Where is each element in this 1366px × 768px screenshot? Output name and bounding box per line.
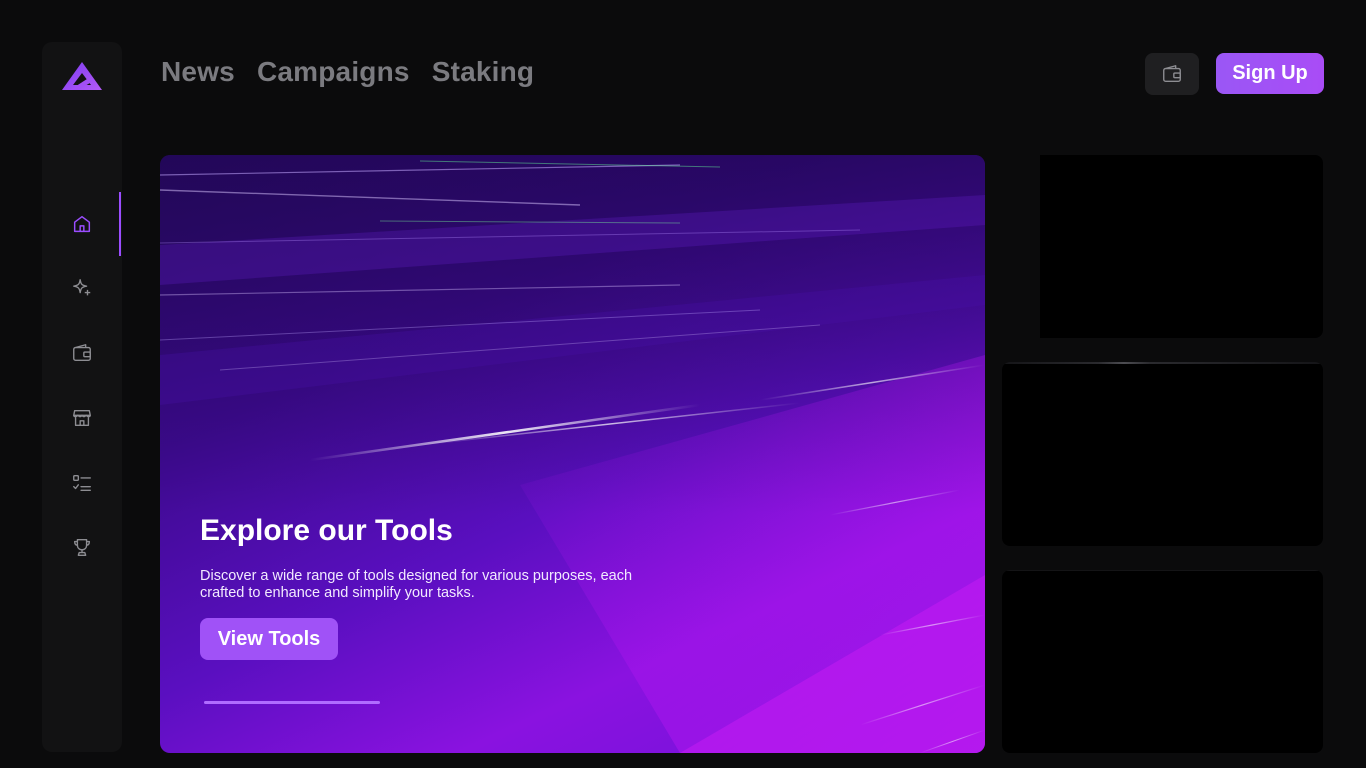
view-tools-button[interactable]: View Tools <box>200 618 338 660</box>
hero-banner: Explore our Tools Discover a wide range … <box>160 155 985 753</box>
side-card-2[interactable] <box>1002 362 1323 546</box>
connect-wallet-button[interactable] <box>1145 53 1199 95</box>
nav-link-campaigns[interactable]: Campaigns <box>257 56 410 88</box>
sidebar-item-sparkles[interactable] <box>42 256 122 320</box>
sidebar-item-wallet[interactable] <box>42 321 122 385</box>
trophy-icon <box>73 538 91 556</box>
sidebar <box>42 42 122 752</box>
hero-description: Discover a wide range of tools designed … <box>200 568 633 601</box>
sidebar-item-trophy[interactable] <box>42 515 122 579</box>
top-nav: News Campaigns Staking <box>161 56 534 88</box>
checklist-icon <box>73 474 91 492</box>
nav-link-staking[interactable]: Staking <box>432 56 535 88</box>
carousel-progress-fill <box>204 701 381 704</box>
wallet-icon <box>1163 65 1181 83</box>
home-icon <box>73 215 91 233</box>
hero-background-image <box>160 155 985 753</box>
side-card-3[interactable] <box>1002 570 1323 753</box>
nav-link-news[interactable]: News <box>161 56 235 88</box>
sidebar-item-store[interactable] <box>42 386 122 450</box>
sign-up-button[interactable]: Sign Up <box>1216 53 1324 94</box>
store-icon <box>73 409 91 427</box>
triangle-logo-icon[interactable] <box>60 60 104 92</box>
sparkles-icon <box>73 279 91 296</box>
side-card-1[interactable] <box>1040 155 1323 338</box>
sidebar-item-home[interactable] <box>42 192 122 256</box>
hero-title: Explore our Tools <box>200 514 453 547</box>
wallet-icon <box>73 344 91 362</box>
sidebar-item-checklist[interactable] <box>42 451 122 515</box>
page: News Campaigns Staking Sign Up Explore o… <box>0 0 1366 768</box>
carousel-progress-bar <box>204 701 624 704</box>
card-gap <box>1002 155 1040 338</box>
